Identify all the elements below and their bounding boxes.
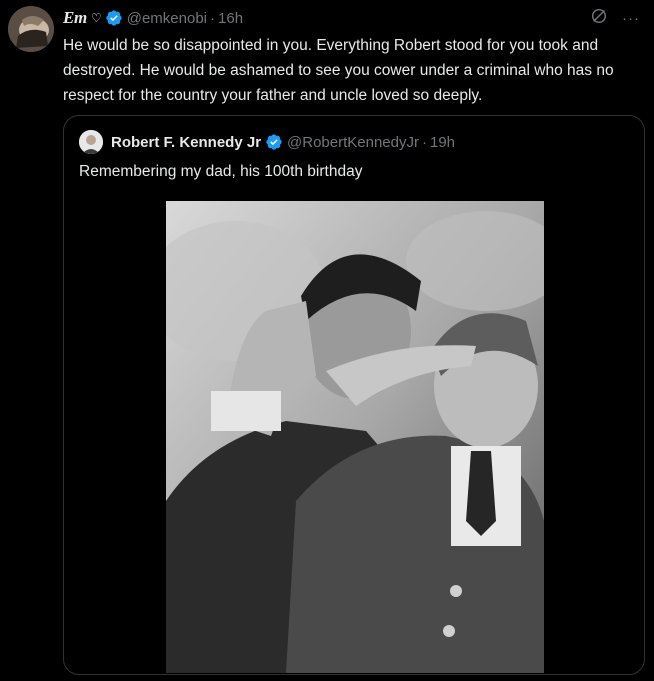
verified-badge-icon bbox=[105, 9, 123, 27]
avatar[interactable] bbox=[8, 6, 54, 52]
timestamp[interactable]: 16h bbox=[218, 10, 243, 27]
verified-badge-icon bbox=[265, 133, 283, 151]
quoted-tweet-text: Remembering my dad, his 100th birthday bbox=[79, 163, 363, 180]
quoted-timestamp[interactable]: 19h bbox=[430, 134, 455, 151]
quoted-avatar[interactable] bbox=[79, 130, 103, 154]
quoted-display-name[interactable]: Robert F. Kennedy Jr bbox=[111, 134, 261, 151]
tweet-text: He would be so disappointed in you. Ever… bbox=[63, 37, 614, 104]
quoted-tweet[interactable]: Robert F. Kennedy Jr @RobertKennedyJr · … bbox=[63, 115, 645, 675]
quoted-tweet-header: Robert F. Kennedy Jr @RobertKennedyJr · … bbox=[79, 129, 455, 155]
display-name[interactable]: Em bbox=[63, 8, 87, 28]
tweet-header: Em ♡ @emkenobi · 16h ··· bbox=[63, 7, 640, 29]
tweet[interactable]: Em ♡ @emkenobi · 16h ··· He would be so … bbox=[0, 0, 654, 681]
separator-dot: · bbox=[422, 133, 427, 151]
handle[interactable]: @emkenobi bbox=[127, 10, 207, 27]
separator-dot: · bbox=[210, 9, 216, 27]
name-heart: ♡ bbox=[90, 11, 102, 25]
quoted-photo[interactable] bbox=[166, 201, 544, 673]
quoted-handle[interactable]: @RobertKennedyJr bbox=[287, 134, 419, 151]
more-options-icon[interactable]: ··· bbox=[622, 10, 640, 27]
header-actions: ··· bbox=[590, 7, 640, 29]
grok-icon[interactable] bbox=[590, 7, 608, 29]
